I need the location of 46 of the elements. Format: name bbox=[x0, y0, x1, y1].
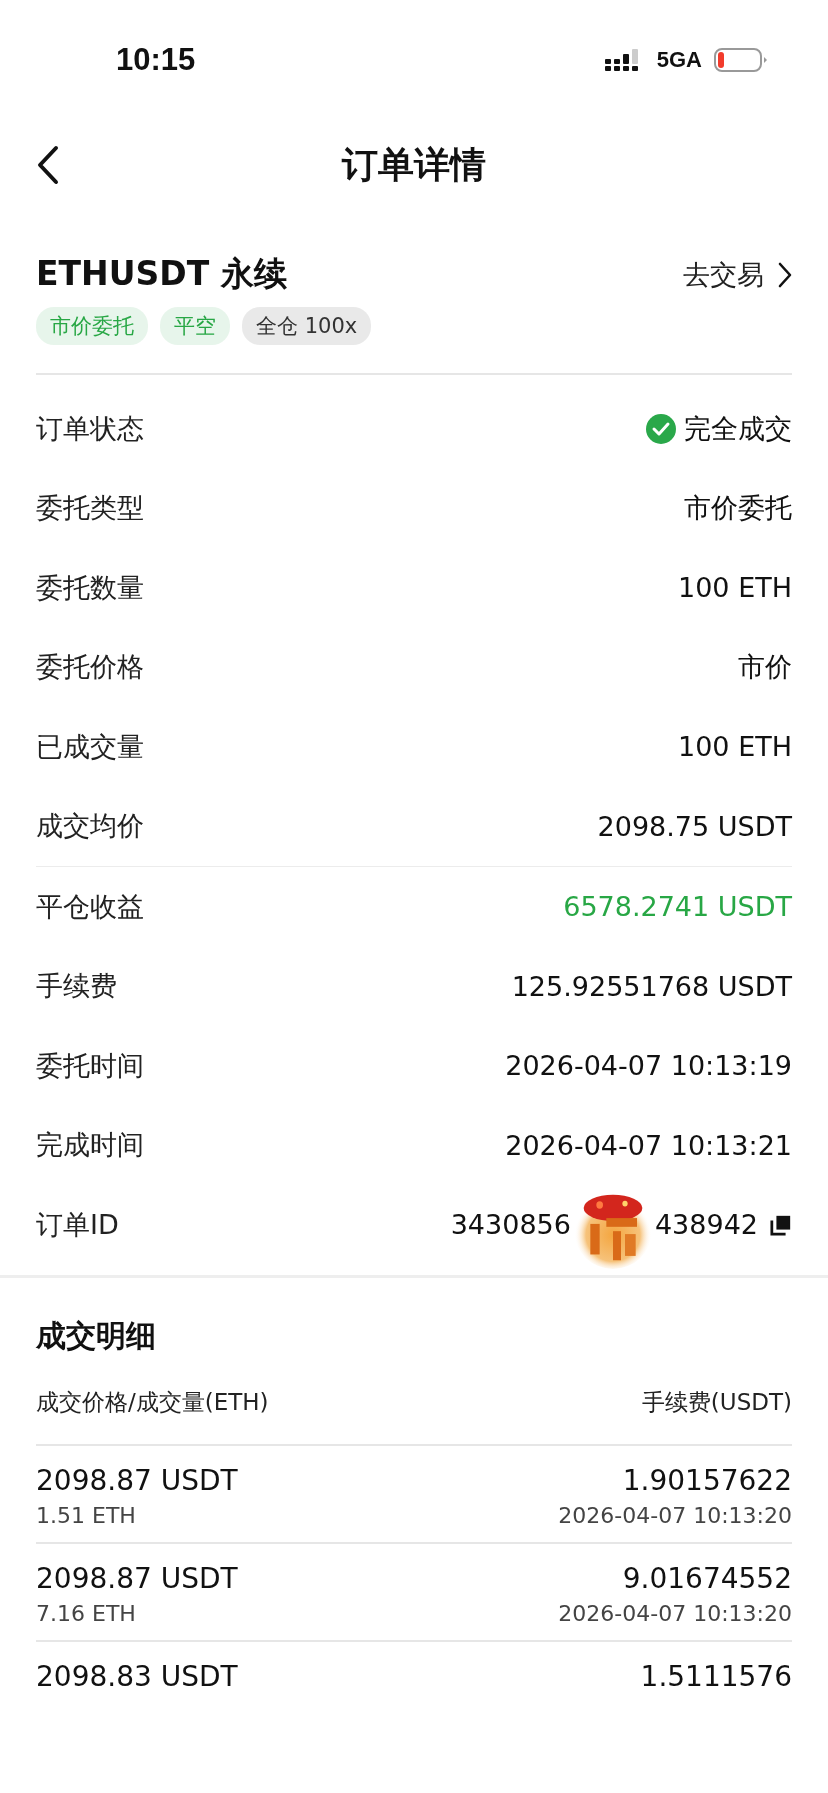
field-label: 成交均价 bbox=[36, 809, 144, 844]
trade-price: 2098.83 USDT bbox=[36, 1659, 238, 1693]
chevron-icon bbox=[778, 261, 792, 288]
field-label: 委托类型 bbox=[36, 491, 144, 526]
trade-amount: 7.16 ETH bbox=[36, 1600, 137, 1626]
order-tag: 全仓 100x bbox=[242, 307, 372, 345]
order-tag: 市价委托 bbox=[36, 307, 148, 345]
page-title: 订单详情 bbox=[342, 142, 486, 187]
field-label: 委托价格 bbox=[36, 650, 144, 685]
field-label: 委托时间 bbox=[36, 1048, 144, 1083]
check-circle-icon bbox=[646, 413, 676, 444]
field-label: 订单ID bbox=[36, 1207, 119, 1242]
order-id-part: 438942 bbox=[654, 1209, 758, 1241]
field-value: 市价 bbox=[738, 650, 792, 685]
field-label: 平仓收益 bbox=[36, 889, 144, 924]
trade-fee: 9.01674552 bbox=[622, 1561, 792, 1595]
contract-symbol: ETHUSDT 永续 bbox=[36, 253, 287, 295]
trade-price: 2098.87 USDT bbox=[36, 1561, 238, 1595]
column-header: 手续费(USDT) bbox=[641, 1387, 792, 1417]
field-value: 100 ETH bbox=[678, 731, 792, 763]
field-value: 2098.75 USDT bbox=[597, 810, 792, 842]
trade-time: 2026-04-07 10:13:20 bbox=[558, 1600, 792, 1626]
field-value: 2026-04-07 10:13:21 bbox=[505, 1129, 792, 1161]
field-label: 委托数量 bbox=[36, 570, 144, 605]
trade-fee: 1.5111576 bbox=[640, 1659, 792, 1693]
field-value: 市价委托 bbox=[684, 491, 792, 526]
field-label: 完成时间 bbox=[36, 1128, 144, 1163]
field-label: 订单状态 bbox=[36, 411, 144, 446]
status-time: 10:15 bbox=[116, 42, 196, 78]
trade-link[interactable]: 去交易 bbox=[683, 256, 792, 293]
trade-time: 2026-04-07 10:13:20 bbox=[558, 1502, 792, 1528]
status-value: 完全成交 bbox=[684, 411, 792, 446]
trade-fee: 1.90157622 bbox=[622, 1463, 792, 1497]
trade-amount: 1.51 ETH bbox=[36, 1502, 137, 1528]
field-label: 已成交量 bbox=[36, 729, 144, 764]
trade-price: 2098.87 USDT bbox=[36, 1463, 238, 1497]
field-value: 125.92551768 USDT bbox=[511, 970, 792, 1002]
column-header: 成交价格/成交量(ETH) bbox=[36, 1387, 269, 1417]
field-value: 100 ETH bbox=[678, 572, 792, 604]
profit-value: 6578.2741 USDT bbox=[563, 891, 792, 923]
order-id-part: 3430856 bbox=[450, 1209, 571, 1241]
field-value: 2026-04-07 10:13:19 bbox=[505, 1050, 792, 1082]
field-label: 手续费 bbox=[36, 969, 117, 1004]
order-tag: 平空 bbox=[160, 307, 230, 345]
network-label: 5GA bbox=[656, 47, 702, 73]
section-title: 成交明细 bbox=[36, 1316, 157, 1355]
